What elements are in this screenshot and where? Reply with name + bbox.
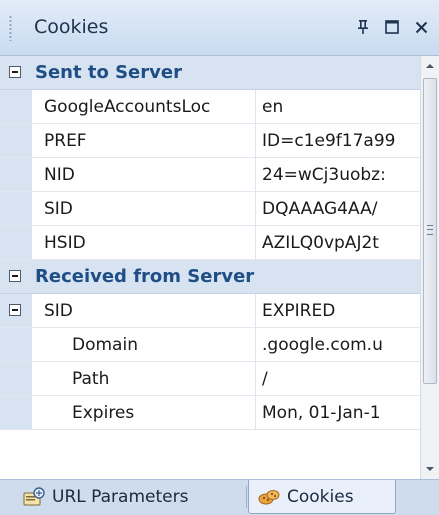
category-received-from-server[interactable]: Received from Server	[0, 260, 420, 294]
url-parameters-icon	[22, 487, 46, 507]
cookie-attribute-value[interactable]: Mon, 01-Jan-1	[262, 396, 418, 430]
column-divider[interactable]	[255, 362, 256, 396]
scroll-up-button[interactable]	[421, 56, 439, 76]
expand-toggle-icon[interactable]	[9, 304, 21, 316]
close-icon	[415, 21, 427, 33]
category-label: Sent to Server	[35, 62, 182, 83]
maximize-button[interactable]	[381, 16, 403, 38]
cookie-name: GoogleAccountsLoc	[44, 97, 211, 117]
scroll-down-button[interactable]	[421, 459, 439, 479]
cookie-name: PREF	[44, 131, 87, 151]
cookie-value[interactable]: ID=c1e9f17a9­9	[262, 124, 418, 158]
scroll-down-icon	[426, 467, 434, 471]
scroll-grip-icon	[427, 225, 433, 235]
column-divider[interactable]	[255, 226, 256, 260]
cookie-name: SID	[44, 301, 73, 321]
column-divider[interactable]	[255, 158, 256, 192]
cookie-value[interactable]: EXPIRED	[262, 294, 418, 328]
pin-button[interactable]	[352, 16, 374, 38]
tab-separator	[246, 486, 247, 508]
close-button[interactable]	[410, 16, 432, 38]
cookies-icon	[257, 487, 281, 507]
collapse-toggle-icon[interactable]	[9, 270, 21, 282]
row-gutter	[0, 124, 32, 157]
row-gutter	[0, 294, 32, 327]
cookie-value[interactable]: 24=wCj3uobz:	[262, 158, 418, 192]
cookie-attribute-name: Expires	[72, 403, 135, 423]
panel-title: Cookies	[34, 16, 109, 38]
cookie-value[interactable]: en	[262, 90, 418, 124]
grid-row[interactable]: Domain .google.com.u	[0, 328, 420, 362]
category-label: Received from Server	[35, 266, 255, 287]
collapse-toggle-icon[interactable]	[9, 66, 21, 78]
scroll-thumb[interactable]	[423, 78, 437, 384]
cookie-attribute-name: Domain	[72, 335, 138, 355]
column-divider[interactable]	[255, 396, 256, 430]
cookie-attribute-value[interactable]: /	[262, 362, 418, 396]
grid-row[interactable]: GoogleAccountsLoc en	[0, 90, 420, 124]
row-gutter	[0, 396, 32, 429]
maximize-icon	[385, 20, 399, 34]
row-gutter	[0, 158, 32, 191]
cookie-name: HSID	[44, 233, 86, 253]
grid-row[interactable]: PREF ID=c1e9f17a9­9	[0, 124, 420, 158]
cookie-value[interactable]: DQAAAG4AA/	[262, 192, 418, 226]
column-divider[interactable]	[255, 294, 256, 328]
row-gutter	[0, 328, 32, 361]
cookie-name: NID	[44, 165, 75, 185]
column-divider[interactable]	[255, 192, 256, 226]
grid-row[interactable]: HSID AZILQ0vpAJ2t	[0, 226, 420, 260]
cookie-name: SID	[44, 199, 73, 219]
tab-cookies[interactable]: Cookies	[248, 480, 396, 514]
drag-grip-icon[interactable]	[9, 15, 12, 41]
grid-row[interactable]: SID DQAAAG4AA/	[0, 192, 420, 226]
column-divider[interactable]	[255, 90, 256, 124]
row-gutter	[0, 192, 32, 225]
row-gutter	[0, 362, 32, 395]
column-divider[interactable]	[255, 124, 256, 158]
cookie-property-grid: Sent to Server GoogleAccountsLoc en PREF…	[0, 56, 420, 479]
cookie-attribute-name: Path	[72, 369, 110, 389]
pin-icon	[358, 20, 368, 34]
row-gutter	[0, 226, 32, 259]
tab-label: Cookies	[287, 486, 354, 507]
scroll-up-icon	[426, 64, 434, 68]
panel-tab-strip: URL Parameters Cookies	[0, 479, 439, 515]
grid-row[interactable]: Path /	[0, 362, 420, 396]
vertical-scrollbar[interactable]	[420, 56, 439, 479]
category-sent-to-server[interactable]: Sent to Server	[0, 56, 420, 90]
grid-row[interactable]: Expires Mon, 01-Jan-1	[0, 396, 420, 430]
tab-url-parameters[interactable]: URL Parameters	[16, 480, 244, 514]
grid-row[interactable]: SID EXPIRED	[0, 294, 420, 328]
row-gutter	[0, 90, 32, 123]
panel-titlebar[interactable]: Cookies	[0, 0, 439, 56]
cookie-value[interactable]: AZILQ0vpAJ2t	[262, 226, 418, 260]
cookies-panel: Cookies Sent to Server GoogleAccountsLoc…	[0, 0, 439, 515]
cookie-attribute-value[interactable]: .google.com.u	[262, 328, 418, 362]
tab-label: URL Parameters	[52, 487, 189, 507]
grid-row[interactable]: NID 24=wCj3uobz:	[0, 158, 420, 192]
column-divider[interactable]	[255, 328, 256, 362]
